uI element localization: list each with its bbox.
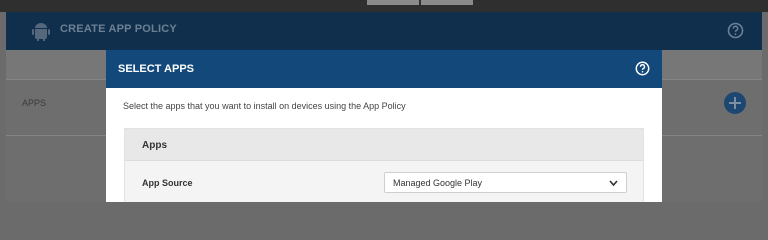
app-source-label: App Source — [142, 178, 193, 188]
select-apps-modal: SELECT APPS Select the apps that you wan… — [106, 50, 662, 202]
page-header: CREATE APP POLICY — [6, 12, 762, 50]
add-app-button[interactable] — [724, 92, 746, 114]
apps-section-label: APPS — [22, 98, 47, 108]
app-source-value: Managed Google Play — [393, 178, 483, 188]
modal-title: SELECT APPS — [118, 63, 194, 75]
modal-description: Select the apps that you want to install… — [123, 101, 406, 111]
android-icon — [32, 23, 50, 41]
help-icon[interactable] — [727, 22, 744, 39]
help-icon[interactable] — [635, 61, 650, 76]
apps-card: Apps App Source Managed Google Play — [124, 128, 644, 202]
apps-card-header: Apps — [125, 129, 643, 161]
top-tab[interactable] — [367, 0, 419, 5]
top-strip — [0, 0, 768, 12]
app-source-select[interactable]: Managed Google Play — [384, 172, 627, 193]
page-title: CREATE APP POLICY — [60, 23, 177, 35]
top-tab[interactable] — [421, 0, 473, 5]
chevron-down-icon — [609, 180, 618, 187]
apps-card-title: Apps — [142, 140, 167, 151]
modal-header: SELECT APPS — [106, 50, 662, 88]
